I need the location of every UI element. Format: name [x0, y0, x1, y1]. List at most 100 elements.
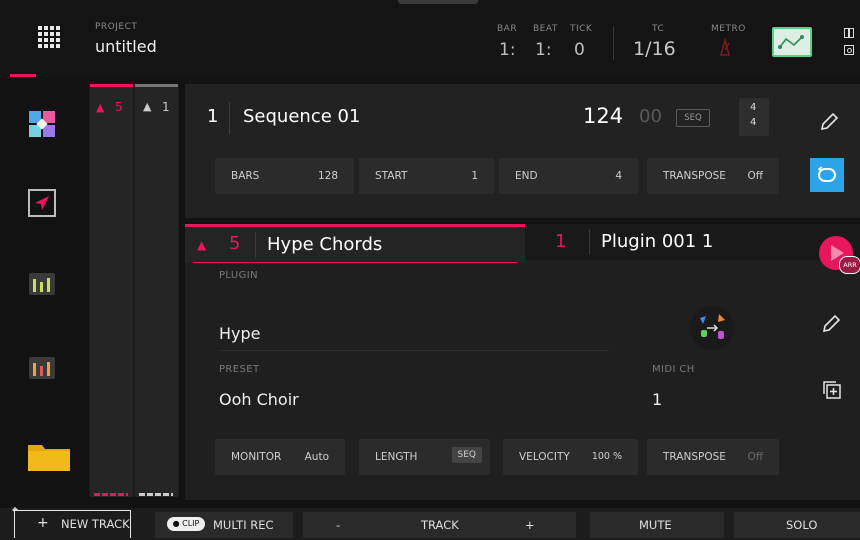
multi-rec-button[interactable]: ● CLIP MULTI REC: [155, 512, 293, 538]
record-icon[interactable]: [844, 45, 854, 55]
pad-perform-icon[interactable]: [28, 189, 56, 217]
divider: [255, 232, 256, 258]
mute-button[interactable]: MUTE: [590, 512, 724, 538]
window-icon[interactable]: [844, 28, 854, 38]
new-track-label: NEW TRACK: [61, 517, 130, 531]
arr-badge: ARR: [839, 256, 860, 274]
bpm-value[interactable]: 124: [583, 104, 623, 128]
top-drag-handle[interactable]: [398, 0, 478, 4]
preset-value[interactable]: Ooh Choir: [219, 390, 299, 409]
track-prev-button[interactable]: -: [336, 518, 340, 532]
add-plugin-icon[interactable]: [822, 380, 842, 400]
midi-track-icon: ▲: [96, 101, 105, 114]
plugin-number: 1: [555, 231, 567, 252]
divider: [589, 229, 590, 255]
end-value: 4: [615, 170, 622, 182]
hype-plugin-logo-icon[interactable]: [690, 306, 734, 350]
sequence-panel: 1 Sequence 01 124 00 SEQ 4 4 BARS 128 STA…: [185, 84, 860, 218]
beat-value[interactable]: 1:: [535, 40, 552, 60]
monitor-label: MONITOR: [231, 451, 282, 463]
metronome-icon[interactable]: [718, 36, 732, 56]
midi-channel-value[interactable]: 1: [652, 390, 662, 409]
divider: [229, 102, 230, 134]
timesig-top: 4: [750, 102, 757, 113]
bars-value: 128: [317, 170, 338, 182]
length-field[interactable]: LENGTH SEQ: [359, 439, 490, 475]
project-label: PROJECT: [95, 22, 138, 32]
beat-label: BEAT: [533, 24, 558, 34]
start-label: START: [375, 170, 408, 182]
end-label: END: [515, 170, 538, 182]
seq-tempo-badge[interactable]: SEQ: [676, 109, 710, 127]
transpose-value: Off: [747, 170, 764, 182]
header-divider: [613, 26, 614, 60]
plugin-value[interactable]: Hype: [219, 324, 261, 343]
track-name: Hype Chords: [267, 234, 383, 255]
mute-label: MUTE: [639, 518, 672, 532]
main-menu-icon[interactable]: [38, 26, 60, 48]
start-value: 1: [471, 170, 478, 182]
track-column-number: 5: [115, 100, 123, 114]
browser-folder-icon[interactable]: [27, 440, 71, 471]
solo-label: SOLO: [786, 518, 818, 532]
transpose-field[interactable]: TRANSPOSE Off: [647, 439, 779, 475]
divider: [219, 350, 609, 351]
mixer-icon[interactable]: [28, 270, 56, 298]
monitor-value: Auto: [304, 451, 329, 463]
multi-rec-label: MULTI REC: [213, 518, 274, 532]
bars-field[interactable]: BARS 128: [215, 158, 354, 194]
transpose-field[interactable]: TRANSPOSE Off: [647, 158, 779, 194]
automation-icon[interactable]: [772, 27, 812, 57]
sequence-name[interactable]: Sequence 01: [243, 106, 360, 127]
tick-label: TICK: [570, 24, 593, 34]
transpose-value: Off: [747, 451, 764, 463]
metro-label: METRO: [711, 24, 746, 34]
track-column-number: 1: [162, 100, 170, 114]
track-number: 5: [229, 233, 241, 254]
track-tab[interactable]: ▲ 5 Hype Chords: [185, 224, 525, 263]
track-column-5[interactable]: ▲ 5: [90, 84, 133, 497]
track-level-meter: [94, 493, 128, 496]
track-select-group: - TRACK +: [303, 512, 576, 538]
new-track-button[interactable]: + NEW TRACK: [14, 510, 131, 538]
velocity-field[interactable]: VELOCITY 100 %: [503, 439, 638, 475]
start-field[interactable]: START 1: [359, 158, 494, 194]
clip-badge-label: CLIP: [182, 519, 200, 528]
bpm-decimal[interactable]: 00: [639, 106, 662, 127]
track-next-button[interactable]: +: [525, 518, 535, 532]
arrange-play-button[interactable]: ARR: [819, 236, 860, 274]
track-column-1[interactable]: ▲ 1: [135, 84, 178, 497]
bar-value[interactable]: 1:: [499, 40, 516, 60]
plugin-tab[interactable]: 1 Plugin 001 1: [525, 224, 860, 260]
midi-channel-label: MIDI CH: [652, 364, 695, 375]
bar-label: BAR: [497, 24, 518, 34]
grid-view-icon[interactable]: [28, 110, 56, 138]
timesig-bottom: 4: [750, 117, 757, 128]
menu-accent-line: [10, 74, 36, 77]
track-name-underline: [193, 262, 517, 263]
bars-label: BARS: [231, 170, 260, 182]
clip-badge: ● CLIP: [167, 517, 205, 531]
track-label: TRACK: [421, 518, 459, 532]
project-name[interactable]: untitled: [95, 37, 157, 56]
track-level-meter: [139, 493, 173, 496]
velocity-value: 100 %: [591, 451, 622, 462]
tc-value[interactable]: 1/16: [633, 38, 676, 60]
monitor-field[interactable]: MONITOR Auto: [215, 439, 345, 475]
end-field[interactable]: END 4: [499, 158, 638, 194]
loop-toggle-icon[interactable]: [810, 158, 844, 192]
solo-button[interactable]: SOLO: [734, 512, 860, 538]
channel-mixer-icon[interactable]: [28, 354, 56, 382]
plus-icon: +: [37, 515, 49, 531]
edit-pencil-icon[interactable]: [819, 312, 843, 336]
plugin-name: Plugin 001 1: [601, 231, 714, 252]
tc-label: TC: [652, 24, 665, 34]
edit-pencil-icon[interactable]: [817, 110, 841, 134]
track-columns: ▲ 5 ▲ 1: [89, 84, 179, 497]
track-panel: ▲ 5 Hype Chords 1 Plugin 001 1 ARR PLUGI…: [185, 224, 860, 500]
plugin-label: PLUGIN: [219, 270, 259, 281]
time-signature[interactable]: 4 4: [739, 98, 769, 136]
transpose-label: TRANSPOSE: [663, 451, 726, 463]
tick-value[interactable]: 0: [574, 40, 585, 60]
transpose-label: TRANSPOSE: [663, 170, 726, 182]
